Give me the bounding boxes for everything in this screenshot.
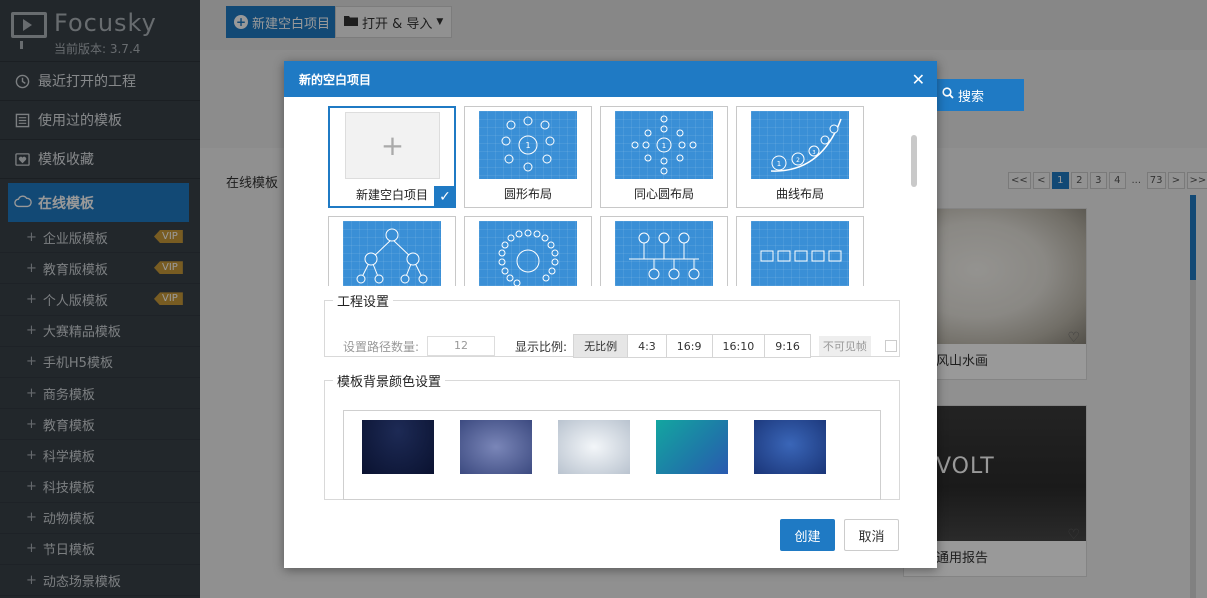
tile-circle-layout[interactable]: 1 圆形布局 (464, 106, 592, 208)
svg-text:3: 3 (812, 150, 815, 156)
tile-curve-layout[interactable]: 1 2 3 曲线布局 (736, 106, 864, 208)
invisible-frame-checkbox[interactable] (884, 340, 897, 352)
tile-ring-layout[interactable] (464, 216, 592, 286)
ratio-option[interactable]: 16:10 (712, 334, 766, 358)
concentric-layout-preview: 1 (615, 111, 713, 179)
ratio-option[interactable]: 9:16 (765, 334, 811, 358)
ratio-buttons: 无比例 4:3 16:9 16:10 9:16 (573, 334, 811, 358)
ratio-label: 显示比例: (515, 339, 568, 354)
svg-text:1: 1 (662, 142, 666, 150)
timeline-layout-preview (615, 221, 713, 286)
search-button[interactable]: 搜索 (932, 79, 1024, 111)
close-icon[interactable]: ✕ (912, 70, 925, 89)
layout-grid: + 新建空白项目 ✓ 1 圆形布局 1 同心圆布局 1 2 3 曲线布局 (284, 97, 937, 286)
search-icon (942, 87, 954, 103)
bg-swatch[interactable] (460, 420, 532, 474)
tile-concentric-layout[interactable]: 1 同心圆布局 (600, 106, 728, 208)
curve-layout-preview: 1 2 3 (751, 111, 849, 179)
svg-text:1: 1 (777, 160, 781, 168)
bg-swatch-list (343, 410, 881, 500)
tree-layout-preview (343, 221, 441, 286)
cancel-button[interactable]: 取消 (844, 519, 899, 551)
layout-grid-scrollbar[interactable] (911, 135, 917, 187)
dialog-title: 新的空白项目 (299, 72, 372, 87)
ring-layout-preview (479, 221, 577, 286)
path-count-input[interactable]: 12 (427, 336, 496, 356)
invisible-frame-toggle[interactable]: 不可见帧 (818, 336, 871, 356)
bg-swatch[interactable] (754, 420, 826, 474)
path-count-label: 设置路径数量: (343, 339, 420, 354)
bg-swatch[interactable] (656, 420, 728, 474)
new-project-dialog: 新的空白项目 ✕ + 新建空白项目 ✓ 1 圆形布局 1 同心圆布局 1 2 3… (284, 61, 937, 568)
svg-text:1: 1 (525, 141, 530, 150)
tile-timeline-layout[interactable] (600, 216, 728, 286)
ratio-option[interactable]: 无比例 (573, 334, 629, 358)
check-icon: ✓ (434, 186, 456, 208)
circle-layout-preview: 1 (479, 111, 577, 179)
bg-swatch[interactable] (558, 420, 630, 474)
project-settings-group: 工程设置 设置路径数量: 12 显示比例: 无比例 4:3 16:9 16:10 9:1… (324, 291, 900, 358)
create-button[interactable]: 创建 (780, 519, 835, 551)
bg-swatch[interactable] (362, 420, 434, 474)
ratio-option[interactable]: 16:9 (666, 334, 713, 358)
project-settings-legend: 工程设置 (337, 295, 390, 310)
tile-tree-layout[interactable] (328, 216, 456, 286)
bg-color-group: 模板背景颜色设置 (324, 371, 900, 500)
plus-icon: + (345, 112, 440, 179)
bg-color-legend: 模板背景颜色设置 (337, 375, 442, 390)
dialog-header: 新的空白项目 ✕ (284, 61, 937, 97)
bracket-layout-preview (751, 221, 849, 286)
ratio-option[interactable]: 4:3 (628, 334, 667, 358)
tile-blank[interactable]: + 新建空白项目 ✓ (328, 106, 456, 208)
svg-text:2: 2 (796, 157, 800, 164)
tile-bracket-layout[interactable] (736, 216, 864, 286)
